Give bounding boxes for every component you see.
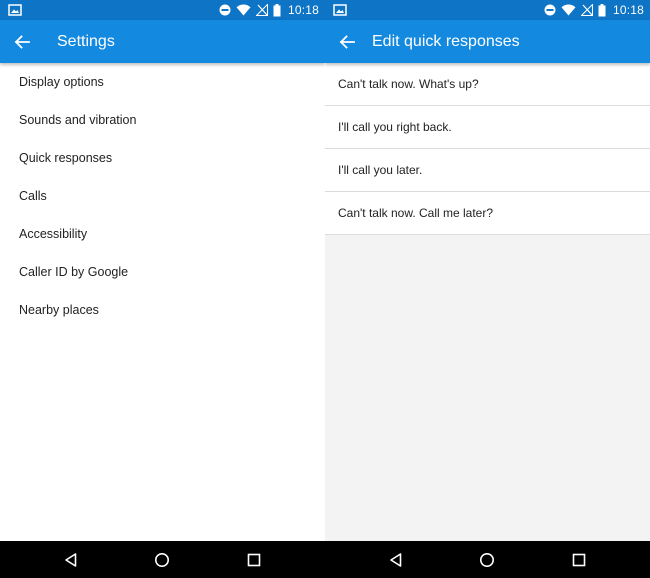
no-sim-icon [255,4,268,16]
back-button[interactable] [325,20,369,63]
quick-responses-content: Can't talk now. What's up? I'll call you… [325,63,650,541]
back-button[interactable] [0,20,44,63]
nav-home-button[interactable] [142,541,182,578]
wifi-icon [236,4,251,16]
nav-recents-icon [247,553,261,566]
nav-back-icon [390,552,402,567]
nav-back-button[interactable] [376,541,416,578]
quick-response-item[interactable]: Can't talk now. Call me later? [325,192,650,235]
settings-screen: 10:18 Settings Display options Sounds an… [0,0,325,578]
no-sim-icon [580,4,593,16]
settings-item-calls[interactable]: Calls [0,177,325,215]
quick-response-item[interactable]: Can't talk now. What's up? [325,63,650,106]
quick-response-item[interactable]: I'll call you right back. [325,106,650,149]
settings-list: Display options Sounds and vibration Qui… [0,63,325,329]
nav-home-button[interactable] [467,541,507,578]
image-notification-icon [333,4,347,16]
nav-recents-button[interactable] [559,541,599,578]
image-notification-icon [8,4,22,16]
quick-response-item[interactable]: I'll call you later. [325,149,650,192]
nav-recents-button[interactable] [234,541,274,578]
settings-item-nearby-places[interactable]: Nearby places [0,291,325,329]
do-not-disturb-icon [544,4,556,16]
page-title: Settings [57,33,115,50]
app-bar: Settings [0,20,325,63]
settings-item-caller-id[interactable]: Caller ID by Google [0,253,325,291]
navigation-bar [325,541,650,578]
nav-home-icon [155,552,169,567]
quick-responses-screen: 10:18 Edit quick responses Can't talk no… [325,0,650,578]
arrow-back-icon [339,34,355,49]
status-time: 10:18 [612,3,644,17]
do-not-disturb-icon [219,4,231,16]
nav-back-icon [65,552,77,567]
status-icons: 10:18 [544,0,644,20]
settings-item-accessibility[interactable]: Accessibility [0,215,325,253]
nav-recents-icon [572,553,586,566]
settings-item-sounds-and-vibration[interactable]: Sounds and vibration [0,101,325,139]
battery-icon [273,3,281,16]
battery-icon [598,3,606,16]
navigation-bar [0,541,325,578]
settings-item-display-options[interactable]: Display options [0,63,325,101]
status-time: 10:18 [287,3,319,17]
settings-content: Display options Sounds and vibration Qui… [0,63,325,541]
status-bar: 10:18 [325,0,650,20]
page-title: Edit quick responses [372,33,520,50]
settings-item-quick-responses[interactable]: Quick responses [0,139,325,177]
app-bar: Edit quick responses [325,20,650,63]
nav-back-button[interactable] [51,541,91,578]
arrow-back-icon [14,34,30,49]
wifi-icon [561,4,576,16]
quick-responses-list: Can't talk now. What's up? I'll call you… [325,63,650,235]
status-bar: 10:18 [0,0,325,20]
dual-screen-view: 10:18 Settings Display options Sounds an… [0,0,650,578]
status-icons: 10:18 [219,0,319,20]
nav-home-icon [480,552,494,567]
